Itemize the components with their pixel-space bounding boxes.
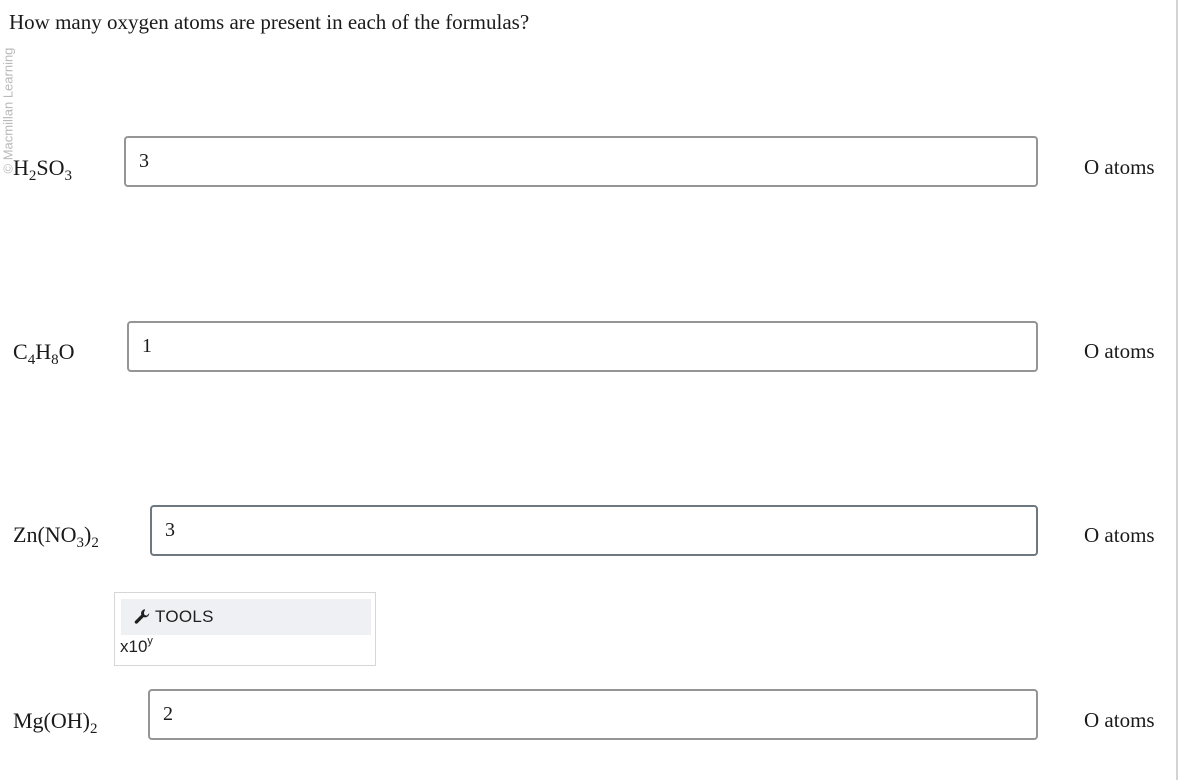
unit-label: O atoms bbox=[1084, 155, 1155, 179]
formula-text: Zn(NO bbox=[13, 522, 77, 547]
formula-text: C bbox=[13, 339, 28, 364]
sci-notation-base: x10 bbox=[120, 637, 148, 656]
unit-label: O atoms bbox=[1084, 339, 1155, 363]
formula-zn-no3-2: Zn(NO3)2 bbox=[13, 522, 99, 551]
unit-label: O atoms bbox=[1084, 523, 1155, 547]
formula-mg-oh-2: Mg(OH)2 bbox=[13, 708, 98, 737]
wrench-icon bbox=[132, 607, 152, 627]
formula-subscript: 3 bbox=[64, 168, 73, 184]
sci-notation-exponent: y bbox=[147, 635, 153, 647]
formula-text: Mg(OH) bbox=[13, 708, 90, 733]
formula-h2so3: H2SO3 bbox=[13, 155, 73, 184]
side-watermark: © Macmillan Learning bbox=[0, 47, 16, 174]
formula-subscript: 3 bbox=[76, 535, 85, 551]
answer-value: 1 bbox=[142, 335, 152, 357]
scientific-notation-button[interactable]: x10y bbox=[120, 635, 153, 657]
formula-text: O bbox=[58, 339, 75, 364]
formula-subscript: 2 bbox=[91, 535, 99, 551]
tools-header[interactable]: TOOLS bbox=[121, 599, 371, 635]
answer-value: 2 bbox=[163, 703, 173, 725]
formula-c4h8o: C4H8O bbox=[13, 339, 75, 368]
question-text: How many oxygen atoms are present in eac… bbox=[9, 10, 530, 34]
answer-input-c4h8o[interactable]: 1 bbox=[127, 321, 1038, 372]
answer-input-h2so3[interactable]: 3 bbox=[124, 136, 1038, 187]
answer-value: 3 bbox=[139, 150, 149, 172]
answer-input-zn-no3-2[interactable]: 3 bbox=[150, 505, 1038, 556]
answer-input-mg-oh-2[interactable]: 2 bbox=[148, 689, 1038, 740]
unit-label: O atoms bbox=[1084, 708, 1155, 732]
formula-text: SO bbox=[36, 155, 65, 180]
tools-panel: TOOLS x10y bbox=[114, 592, 376, 666]
formula-subscript: 8 bbox=[51, 352, 59, 368]
formula-text: H bbox=[35, 339, 52, 364]
answer-value: 3 bbox=[165, 519, 175, 541]
formula-text: H bbox=[13, 155, 29, 180]
formula-subscript: 2 bbox=[90, 721, 98, 737]
tools-label: TOOLS bbox=[155, 607, 214, 626]
